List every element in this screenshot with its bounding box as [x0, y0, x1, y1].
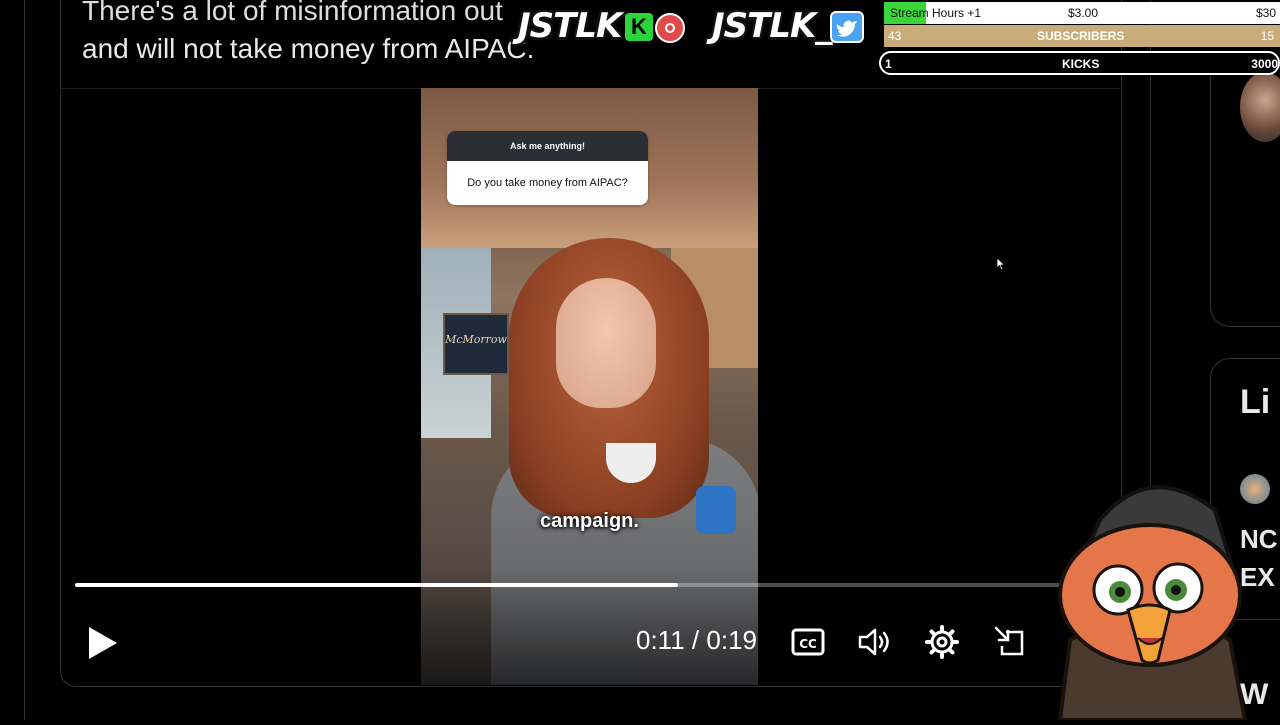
- captions-button[interactable]: CC: [790, 624, 826, 660]
- mascot-owl-icon: [1040, 470, 1260, 722]
- frame-line-left: [24, 0, 25, 720]
- stat-row-kicks: 1 KICKS 3000: [879, 51, 1280, 75]
- duration: 0:19: [706, 625, 757, 655]
- stat-kicks-goal: 3000: [1251, 57, 1278, 71]
- campaign-sign: McMorrow: [443, 313, 509, 375]
- time-separator: /: [691, 625, 700, 655]
- brand-logo-left: JSTLK: [518, 6, 622, 46]
- time-display: 0:11 / 0:19: [636, 625, 757, 656]
- stat-subs-label: SUBSCRIBERS: [1037, 29, 1125, 43]
- stat-subs-count: 43: [888, 29, 902, 43]
- ama-header: Ask me anything!: [447, 131, 648, 161]
- right-heading: Li: [1240, 383, 1271, 421]
- play-icon: [89, 627, 117, 659]
- stat-kicks-label: KICKS: [1062, 57, 1100, 71]
- play-button[interactable]: [86, 624, 120, 662]
- brand-logo-right: JSTLK_: [712, 6, 832, 46]
- tweet-text: There's a lot of misinformation out and …: [82, 0, 534, 68]
- current-time: 0:11: [636, 625, 685, 655]
- video-caption: campaign.: [540, 510, 639, 532]
- settings-icon: [925, 625, 959, 659]
- captions-label: CC: [799, 637, 817, 651]
- stat-row-stream-hours: Stream Hours +1 $3.00 $30: [884, 2, 1280, 24]
- campaign-sign-text: McMorrow: [445, 333, 507, 346]
- stat-row-subscribers: 43 SUBSCRIBERS 15: [884, 25, 1280, 47]
- progress-fill[interactable]: [75, 583, 679, 587]
- stat-stream-hours-value: $3.00: [1068, 6, 1099, 20]
- twitter-icon: [830, 11, 864, 43]
- volume-icon: [858, 628, 889, 656]
- ama-sticker: Ask me anything! Do you take money from …: [447, 131, 648, 205]
- volume-button[interactable]: [856, 624, 892, 660]
- tweet-text-line2: and will not take money from AIPAC.: [82, 33, 535, 64]
- stat-kicks-count: 1: [885, 57, 892, 71]
- cursor-icon: [996, 257, 1006, 276]
- captions-icon: CC: [791, 628, 825, 656]
- kick-icon: K: [625, 13, 653, 41]
- popout-button[interactable]: [992, 624, 1028, 660]
- stat-stream-hours-goal: $30: [1255, 6, 1276, 20]
- person-face: [556, 278, 656, 408]
- tweet-text-line1: There's a lot of misinformation out: [82, 0, 503, 26]
- stat-stream-hours-label: Stream Hours +1: [890, 6, 982, 20]
- ama-question: Do you take money from AIPAC?: [467, 177, 628, 189]
- popout-icon: [994, 626, 1024, 656]
- settings-button[interactable]: [924, 624, 960, 660]
- stat-subs-goal: 15: [1260, 29, 1274, 43]
- record-icon: [655, 13, 685, 43]
